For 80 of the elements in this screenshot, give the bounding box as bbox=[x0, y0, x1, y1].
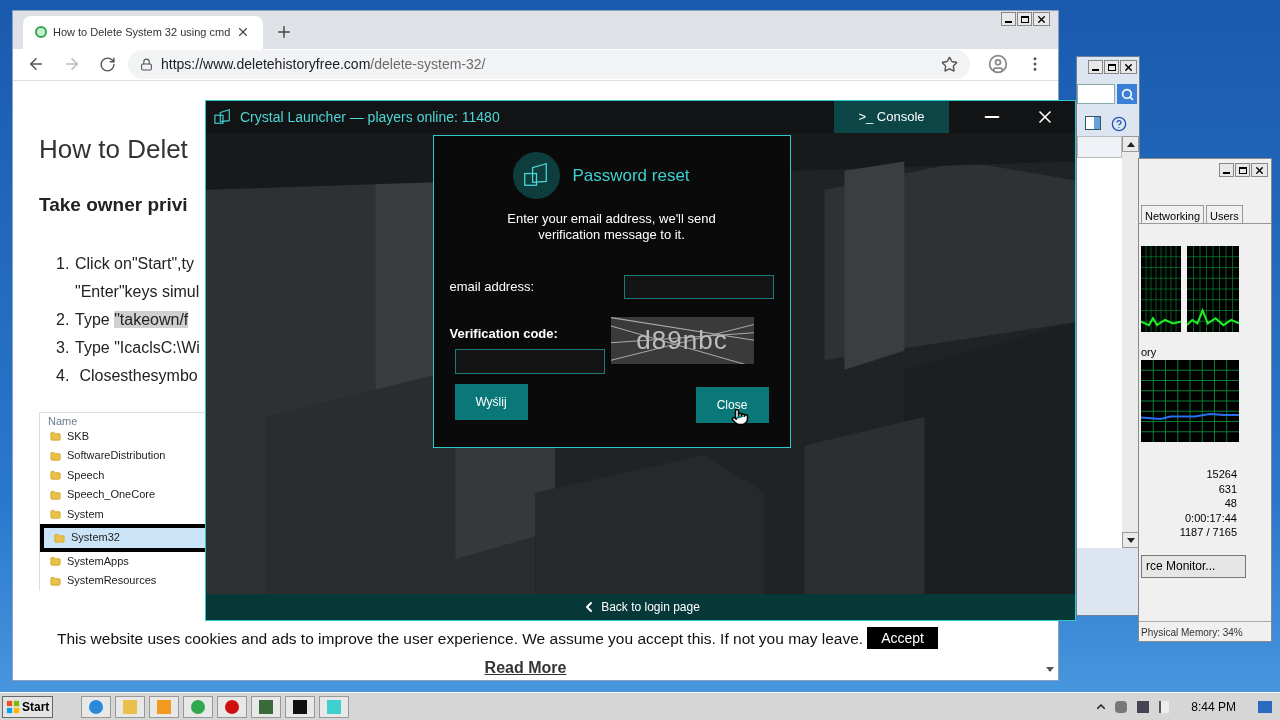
minimize-button[interactable] bbox=[1088, 60, 1103, 74]
column-header: Name bbox=[48, 414, 79, 427]
tab[interactable]: Users bbox=[1206, 205, 1243, 223]
read-more-link[interactable]: Read More bbox=[484, 656, 567, 680]
close-icon bbox=[1123, 61, 1134, 73]
folder-name: SystemResources bbox=[67, 573, 157, 589]
browser-tab[interactable]: How to Delete System 32 using cmd bbox=[23, 15, 263, 49]
favicon-icon bbox=[35, 26, 47, 39]
stat-value: 631 bbox=[1218, 481, 1237, 496]
maximize-button[interactable] bbox=[1017, 12, 1032, 26]
windows-logo-icon bbox=[6, 699, 20, 714]
close-button[interactable]: Close bbox=[695, 386, 769, 423]
scroll-down-icon[interactable] bbox=[1126, 537, 1135, 543]
article-heading: How to Delet bbox=[39, 133, 188, 166]
minimize-button[interactable] bbox=[1001, 12, 1016, 26]
list-number: 3. bbox=[56, 337, 71, 358]
close-icon bbox=[1036, 13, 1047, 25]
accept-button[interactable]: Accept bbox=[867, 627, 938, 650]
dialog-title: Password reset bbox=[572, 164, 690, 187]
minimize-button[interactable] bbox=[1219, 163, 1234, 177]
status-bar: Physical Memory: 34% bbox=[1139, 621, 1271, 641]
step-text: Type "IcaclsC:\Wi bbox=[75, 337, 200, 358]
list-number: 1. bbox=[56, 253, 71, 274]
folder-name: SoftwareDistribution bbox=[67, 448, 166, 464]
article-subheading: Take owner privi bbox=[39, 193, 188, 218]
close-button[interactable] bbox=[1033, 12, 1050, 26]
star-icon[interactable] bbox=[941, 55, 958, 73]
address-bar[interactable]: https://www.deletehistoryfree.com/delete-system-32/ bbox=[128, 49, 970, 79]
back-to-login-bar[interactable]: Back to login page bbox=[206, 594, 1075, 620]
stat-value: 48 bbox=[1224, 496, 1237, 511]
group-label: ory bbox=[1141, 346, 1158, 358]
maximize-button[interactable] bbox=[1104, 60, 1119, 74]
search-button[interactable] bbox=[1117, 84, 1137, 104]
list-number: 4. bbox=[56, 365, 71, 386]
close-button[interactable] bbox=[1120, 60, 1137, 74]
window-title: Crystal Launcher — players online: 11480 bbox=[240, 107, 500, 127]
lock-icon bbox=[140, 57, 153, 71]
selected-folder-row[interactable]: System32 bbox=[40, 524, 206, 552]
help-icon[interactable] bbox=[1111, 116, 1127, 132]
verification-field[interactable] bbox=[454, 348, 605, 374]
cursor-icon bbox=[730, 408, 749, 426]
verification-label: Verification code: bbox=[449, 325, 559, 343]
email-field[interactable] bbox=[623, 275, 774, 299]
logo-icon bbox=[214, 108, 232, 126]
scroll-down-icon[interactable] bbox=[1046, 667, 1054, 672]
url-text: https://www.deletehistoryfree.com/delete-system-32/ bbox=[161, 54, 486, 74]
start-button[interactable]: Start bbox=[2, 695, 54, 718]
folder-name: SKB bbox=[67, 428, 89, 444]
maximize-button[interactable] bbox=[1235, 163, 1250, 177]
console-button[interactable]: >_ Console bbox=[834, 101, 949, 133]
folder-name: SystemApps bbox=[67, 553, 129, 569]
stop-icon[interactable] bbox=[217, 695, 248, 718]
stat-value: 0:00:17:44 bbox=[1185, 510, 1237, 525]
scroll-up-icon[interactable] bbox=[1126, 141, 1135, 147]
folder-name: System bbox=[67, 506, 104, 522]
step-text: Click on"Start",ty bbox=[75, 253, 195, 274]
step-text: Type "takeown/f bbox=[75, 309, 189, 330]
tab[interactable]: Networking bbox=[1141, 205, 1205, 223]
close-button[interactable] bbox=[1251, 163, 1268, 177]
folder-name: Speech_OneCore bbox=[67, 487, 156, 503]
list-number: 2. bbox=[56, 309, 71, 330]
resource-monitor-button[interactable]: rce Monitor... bbox=[1141, 554, 1246, 578]
clock: 8:44 PM bbox=[1191, 698, 1236, 716]
reload-icon[interactable] bbox=[99, 55, 116, 73]
search-field[interactable] bbox=[1077, 84, 1115, 104]
stat-value: 15264 bbox=[1206, 467, 1237, 482]
folder-name: System32 bbox=[71, 530, 120, 546]
tab-title: How to Delete System 32 using cmd bbox=[53, 24, 231, 40]
close-icon bbox=[1254, 164, 1265, 176]
dialog-description: Enter your email address, we'll send verification message to it. bbox=[506, 211, 717, 243]
step-text: "Enter"keys simul bbox=[75, 281, 200, 302]
logo-icon bbox=[513, 152, 561, 199]
profile-icon[interactable] bbox=[988, 54, 1008, 75]
send-button[interactable]: Wyślij bbox=[454, 383, 528, 420]
cookie-notice: This website uses cookies and ads to improve the user experience. We assume you accept this. If not you may leave. bbox=[57, 628, 864, 649]
step-text: Closesthesymbo bbox=[78, 365, 198, 386]
email-label: email address: bbox=[449, 278, 535, 297]
pane-icon[interactable] bbox=[1085, 116, 1101, 130]
folder-name: Speech bbox=[67, 467, 105, 483]
stat-value: 1187 / 7165 bbox=[1179, 525, 1237, 540]
